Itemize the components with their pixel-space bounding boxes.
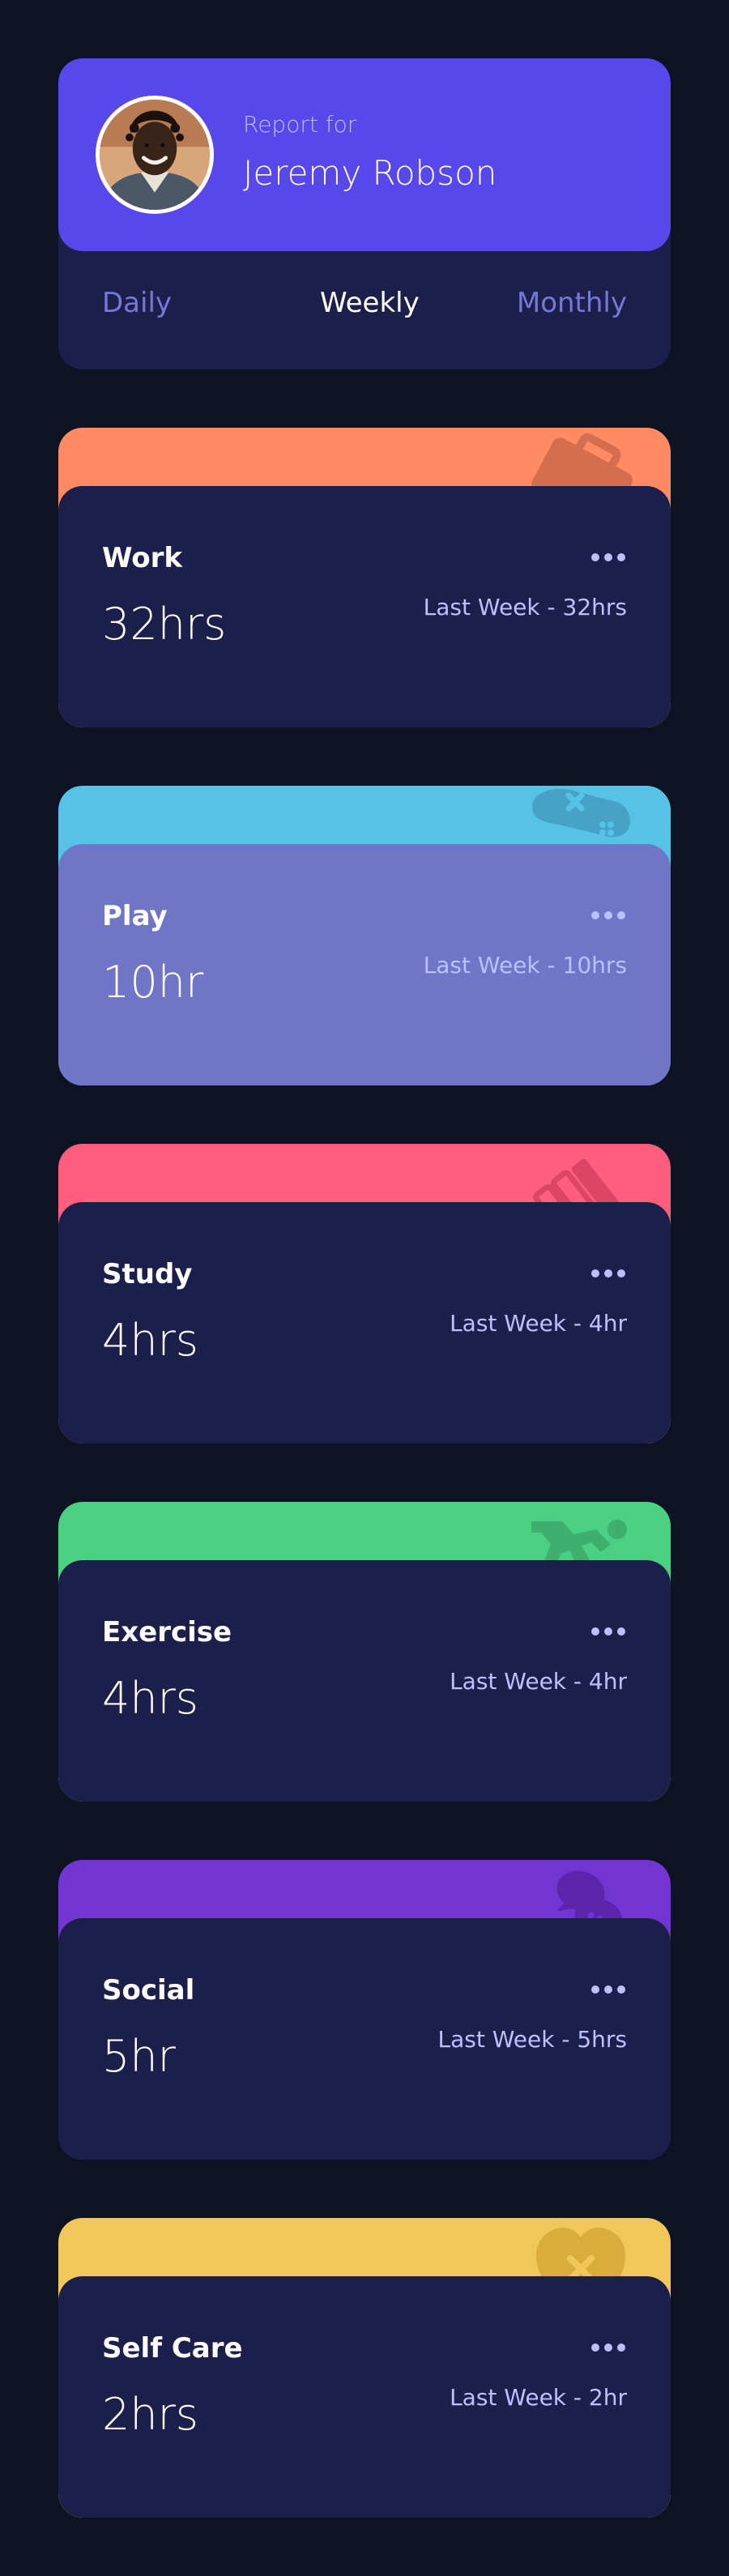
previous-hours: Last Week - 4hr bbox=[450, 1310, 627, 1337]
activity-title: Play bbox=[102, 900, 168, 932]
activity-title: Social bbox=[102, 1974, 195, 2007]
ellipsis-icon[interactable] bbox=[590, 1267, 627, 1280]
current-hours: 5hr bbox=[102, 2031, 176, 2082]
current-hours: 4hrs bbox=[102, 1315, 198, 1366]
ellipsis-icon[interactable] bbox=[590, 2341, 627, 2354]
previous-hours: Last Week - 32hrs bbox=[423, 594, 627, 621]
current-hours: 2hrs bbox=[102, 2389, 198, 2440]
current-hours: 10hr bbox=[102, 957, 204, 1008]
previous-hours: Last Week - 10hrs bbox=[423, 952, 627, 979]
ellipsis-icon[interactable] bbox=[590, 551, 627, 564]
current-hours: 32hrs bbox=[102, 599, 227, 650]
activity-body: Exercise 4hrs Last Week - 4hr bbox=[58, 1560, 671, 1802]
profile-photo bbox=[100, 100, 210, 210]
activity-body: Play 10hr Last Week - 10hrs bbox=[58, 844, 671, 1085]
previous-hours: Last Week - 5hrs bbox=[437, 2026, 627, 2053]
activity-body: Social 5hr Last Week - 5hrs bbox=[58, 1918, 671, 2160]
activity-title: Exercise bbox=[102, 1616, 232, 1648]
previous-hours: Last Week - 4hr bbox=[450, 1668, 627, 1695]
ellipsis-icon[interactable] bbox=[590, 1625, 627, 1638]
activity-card-self-care: Self Care 2hrs Last Week - 2hr bbox=[58, 2218, 671, 2518]
profile-card: Report for Jeremy Robson Daily Weekly Mo… bbox=[58, 58, 671, 369]
tab-daily[interactable]: Daily bbox=[102, 289, 172, 317]
current-hours: 4hrs bbox=[102, 1673, 198, 1724]
activity-card-exercise: Exercise 4hrs Last Week - 4hr bbox=[58, 1502, 671, 1802]
activity-title: Study bbox=[102, 1258, 193, 1290]
tab-weekly[interactable]: Weekly bbox=[320, 289, 420, 317]
user-name: Jeremy Robson bbox=[243, 153, 497, 193]
ellipsis-icon[interactable] bbox=[590, 909, 627, 922]
profile-header: Report for Jeremy Robson bbox=[58, 58, 671, 251]
period-tabs: Daily Weekly Monthly bbox=[58, 251, 671, 369]
activity-body: Study 4hrs Last Week - 4hr bbox=[58, 1202, 671, 1444]
page: Report for Jeremy Robson Daily Weekly Mo… bbox=[0, 0, 729, 2576]
activity-card-play: Play 10hr Last Week - 10hrs bbox=[58, 786, 671, 1085]
ellipsis-icon[interactable] bbox=[590, 1983, 627, 1996]
avatar bbox=[96, 96, 214, 214]
activity-body: Self Care 2hrs Last Week - 2hr bbox=[58, 2276, 671, 2518]
previous-hours: Last Week - 2hr bbox=[450, 2384, 627, 2411]
activity-title: Self Care bbox=[102, 2332, 243, 2365]
activity-card-social: Social 5hr Last Week - 5hrs bbox=[58, 1860, 671, 2160]
report-for-label: Report for bbox=[243, 111, 357, 138]
activity-card-study: Study 4hrs Last Week - 4hr bbox=[58, 1144, 671, 1444]
activity-title: Work bbox=[102, 542, 183, 574]
activity-card-work: Work 32hrs Last Week - 32hrs bbox=[58, 428, 671, 727]
tab-monthly[interactable]: Monthly bbox=[517, 289, 627, 317]
activity-body: Work 32hrs Last Week - 32hrs bbox=[58, 486, 671, 727]
